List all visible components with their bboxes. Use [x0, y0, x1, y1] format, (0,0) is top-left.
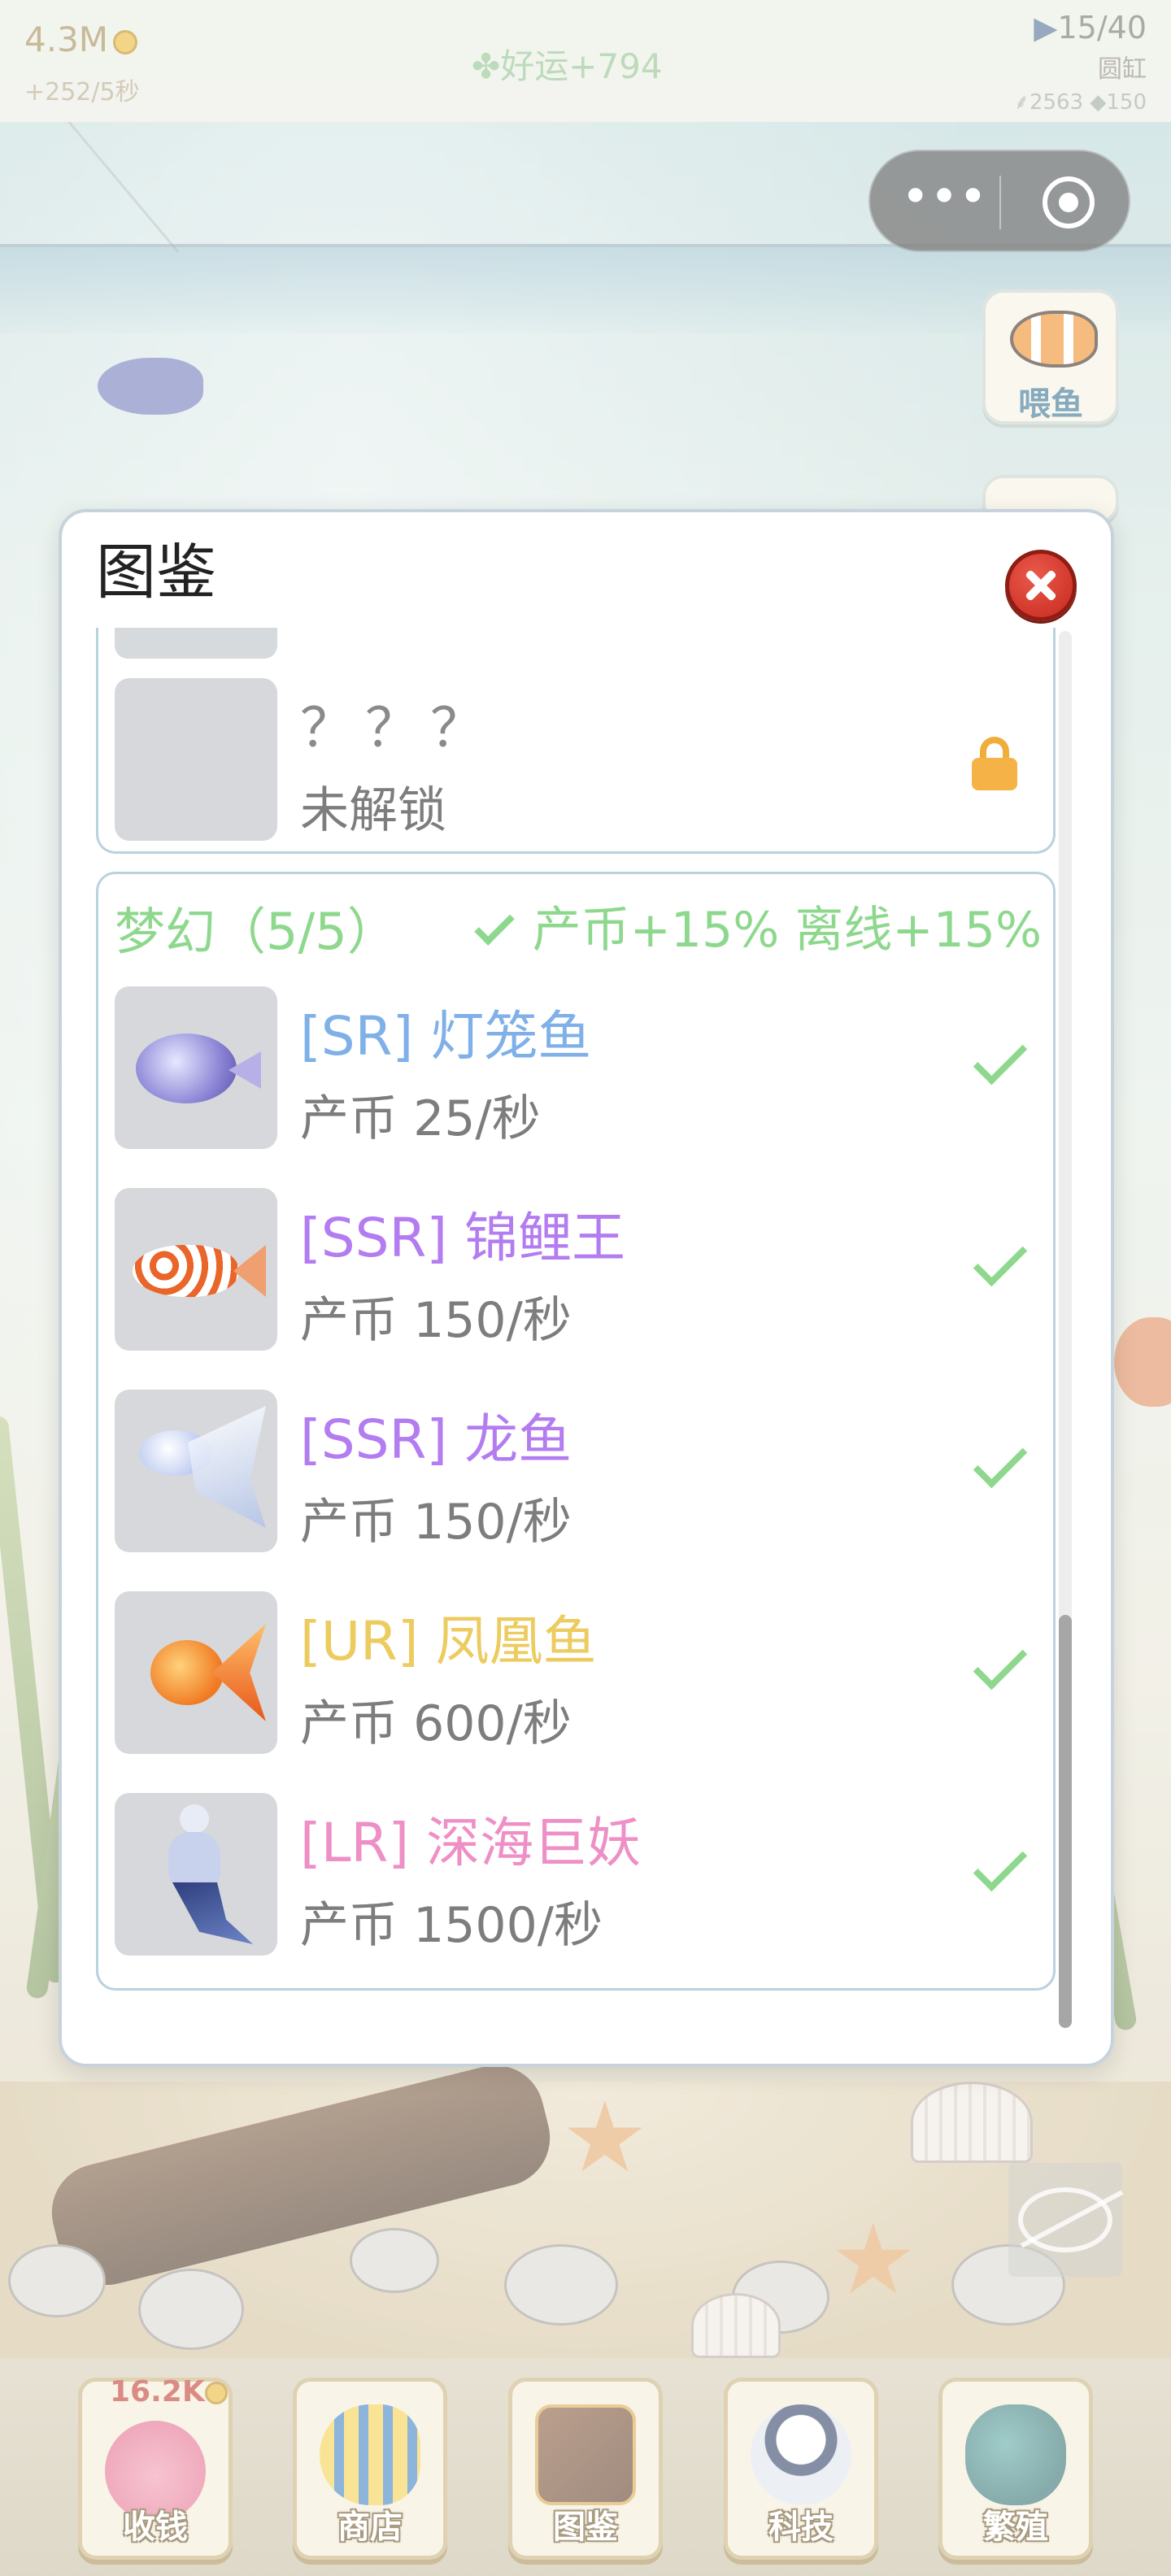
check-icon: [973, 1837, 1028, 1892]
scrollbar-thumb[interactable]: [1059, 1615, 1072, 2028]
fish-thumbnail: [115, 1591, 277, 1754]
collection-list[interactable]: ？？？ 未解锁 梦幻（5/5） 产币+15% 离线+15% [SR] 灯笼鱼 产…: [96, 628, 1069, 2023]
check-icon: [973, 1635, 1028, 1690]
list-item-locked[interactable]: ？？？ 未解锁: [115, 678, 1042, 841]
fish-name: [UR] 凤凰鱼: [300, 1610, 597, 1673]
scrollbar[interactable]: [1059, 631, 1072, 2028]
check-icon: [473, 905, 515, 946]
lock-icon: [972, 737, 1017, 790]
fish-thumbnail: [115, 986, 277, 1149]
fish-name: [SSR] 龙鱼: [300, 1408, 572, 1471]
fish-thumbnail: [115, 1188, 277, 1351]
fish-thumbnail-placeholder: [115, 628, 277, 659]
fish-income: 产币 600/秒: [300, 1695, 572, 1752]
fish-name: [SR] 灯笼鱼: [300, 1005, 592, 1068]
check-icon: [973, 1232, 1028, 1287]
fish-income: 产币 150/秒: [300, 1494, 572, 1551]
category-bonus-text: 产币+15% 离线+15%: [532, 902, 1042, 959]
fish-thumbnail: [115, 1793, 277, 1956]
fish-thumbnail-placeholder: [115, 678, 277, 841]
locked-status: 未解锁: [300, 782, 446, 839]
locked-fish-name: ？？？: [300, 697, 495, 759]
check-icon: [973, 1030, 1028, 1086]
check-icon: [973, 1434, 1028, 1489]
fish-income: 产币 25/秒: [300, 1090, 541, 1147]
close-icon[interactable]: [1005, 550, 1077, 621]
category-bonus: 产币+15% 离线+15%: [473, 890, 1042, 961]
list-item[interactable]: [SR] 灯笼鱼 产币 25/秒: [115, 986, 1042, 1149]
collection-modal: 图鉴 ？？？ 未解锁 梦幻（5/5） 产币+15% 离线+15% [SR] 灯笼…: [59, 509, 1114, 2067]
category-card-previous: ？？？ 未解锁: [96, 628, 1056, 854]
list-item[interactable]: [LR] 深海巨妖 产币 1500/秒: [115, 1793, 1042, 1956]
fish-name: [LR] 深海巨妖: [300, 1812, 642, 1874]
lanternfish-image: [136, 1033, 237, 1103]
category-name: 梦幻（5/5）: [115, 902, 398, 961]
list-item[interactable]: [SSR] 龙鱼 产币 150/秒: [115, 1390, 1042, 1552]
list-item[interactable]: [SSR] 锦鲤王 产币 150/秒: [115, 1188, 1042, 1351]
list-item[interactable]: [UR] 凤凰鱼 产币 600/秒: [115, 1591, 1042, 1754]
koi-image: [133, 1245, 238, 1297]
modal-title: 图鉴: [96, 537, 216, 607]
fish-income: 产币 1500/秒: [300, 1897, 603, 1954]
category-card-dream: 梦幻（5/5） 产币+15% 离线+15% [SR] 灯笼鱼 产币 25/秒 […: [96, 872, 1056, 1991]
category-header: 梦幻（5/5） 产币+15% 离线+15%: [115, 890, 1042, 961]
fish-name: [SSR] 锦鲤王: [300, 1207, 626, 1269]
kraken-image: [180, 1804, 209, 1834]
fish-thumbnail: [115, 1390, 277, 1552]
fish-income: 产币 150/秒: [300, 1292, 572, 1349]
